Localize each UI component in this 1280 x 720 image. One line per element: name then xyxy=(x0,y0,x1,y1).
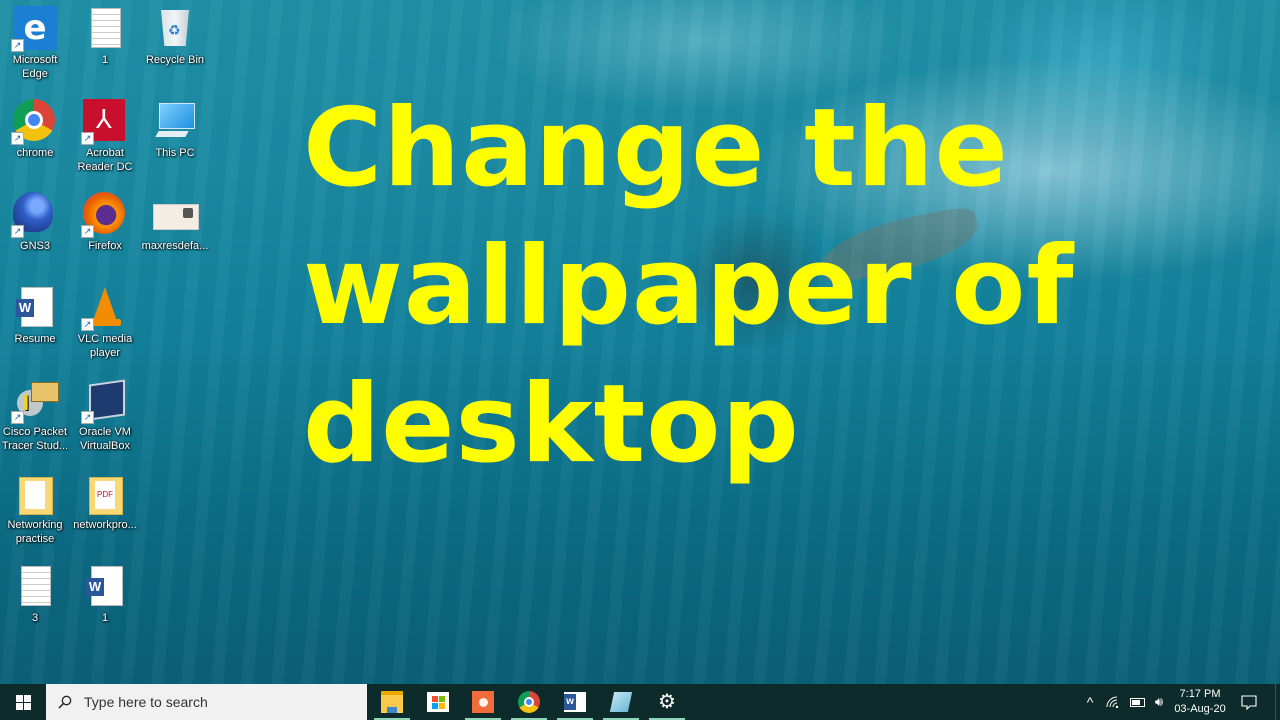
taskbar-app-store[interactable] xyxy=(416,684,460,720)
search-input[interactable] xyxy=(82,693,346,711)
text-document-icon xyxy=(83,6,127,50)
notepad-icon xyxy=(609,692,633,712)
edge-icon: e ↗ xyxy=(11,6,57,52)
shortcut-arrow-icon: ↗ xyxy=(81,132,94,145)
icon-label: This PC xyxy=(155,147,195,159)
desktop-icon-virtualbox[interactable]: ↗ Oracle VM VirtualBox xyxy=(69,372,141,453)
shortcut-arrow-icon: ↗ xyxy=(11,39,24,52)
this-pc-icon xyxy=(153,99,197,143)
recycle-bin-icon: ♻ xyxy=(153,6,197,50)
word-document-icon: W xyxy=(13,285,57,329)
desktop-icon-recycle-bin[interactable]: ♻ Recycle Bin xyxy=(139,0,211,67)
taskbar-app-recorder[interactable] xyxy=(461,684,505,720)
desktop-icon-microsoft-edge[interactable]: e ↗ Microsoft Edge xyxy=(0,0,71,81)
shortcut-arrow-icon: ↗ xyxy=(11,411,24,424)
folder-icon xyxy=(13,471,57,515)
icon-label: VLC media player xyxy=(77,333,133,359)
speaker-icon: 🔊︎ xyxy=(1154,694,1164,709)
desktop-icon-1-word[interactable]: W 1 xyxy=(69,558,141,625)
network-button[interactable] xyxy=(1102,684,1124,720)
show-hidden-icons-button[interactable]: ^ xyxy=(1080,684,1100,720)
headline-line-3: desktop xyxy=(303,362,800,487)
icon-label: 3 xyxy=(31,612,39,624)
firefox-icon: ↗ xyxy=(81,192,127,238)
shortcut-arrow-icon: ↗ xyxy=(81,411,94,424)
icon-label: Resume xyxy=(14,333,56,345)
desktop-icon-this-pc[interactable]: This PC xyxy=(139,93,211,160)
store-icon xyxy=(427,692,449,712)
gear-icon: ⚙ xyxy=(658,691,676,713)
image-file-icon xyxy=(153,192,199,236)
taskbar-app-chrome[interactable] xyxy=(507,684,551,720)
icon-label: Oracle VM VirtualBox xyxy=(79,426,131,452)
acrobat-icon: ⅄ ↗ xyxy=(81,99,127,145)
taskbar-app-settings[interactable]: ⚙ xyxy=(645,684,689,720)
icon-label: Recycle Bin xyxy=(145,54,205,66)
gns3-icon: ↗ xyxy=(11,192,57,238)
search-icon xyxy=(58,695,72,709)
icon-label: chrome xyxy=(16,147,54,159)
taskbar-app-notepad[interactable] xyxy=(599,684,643,720)
icon-label: Firefox xyxy=(88,240,122,252)
icon-label: maxresdefa... xyxy=(141,240,209,252)
icon-label: Cisco Packet Tracer Stud... xyxy=(1,426,69,452)
word-document-icon: W xyxy=(83,564,127,608)
taskbar: w ⚙ ^ 🔊︎ 7:17 PM 03-Aug-20 xyxy=(0,684,1280,720)
desktop-icon-chrome[interactable]: ↗ chrome xyxy=(0,93,71,160)
windows-logo-icon xyxy=(15,694,31,710)
volume-button[interactable]: 🔊︎ xyxy=(1148,684,1170,720)
virtualbox-icon: ↗ xyxy=(81,378,127,424)
taskbar-app-file-explorer[interactable] xyxy=(370,684,414,720)
desktop-icon-networking-practise[interactable]: Networking practise xyxy=(0,465,71,546)
wifi-icon xyxy=(1106,696,1119,708)
start-button[interactable] xyxy=(0,684,46,720)
word-icon: w xyxy=(564,692,586,712)
icon-label: networkpro... xyxy=(73,519,137,531)
chrome-icon: ↗ xyxy=(11,99,57,145)
headline-line-1: Change the xyxy=(303,86,1009,211)
desktop-icon-resume[interactable]: W Resume xyxy=(0,279,71,346)
desktop-icon-networkpro[interactable]: PDF networkpro... xyxy=(69,465,141,532)
text-document-icon xyxy=(13,564,57,608)
clock-date: 03-Aug-20 xyxy=(1174,703,1226,715)
wallpaper-headline: Change the wallpaper of desktop xyxy=(303,80,1074,494)
shortcut-arrow-icon: ↗ xyxy=(11,225,24,238)
desktop-wallpaper: Change the wallpaper of desktop e ↗ Micr… xyxy=(0,0,1280,684)
clock[interactable]: 7:17 PM 03-Aug-20 xyxy=(1168,684,1232,720)
desktop-icon-vlc[interactable]: ↗ VLC media player xyxy=(69,279,141,360)
packet-tracer-icon: I ↗ xyxy=(11,378,59,424)
show-desktop-button[interactable] xyxy=(1275,684,1280,720)
icon-label: GNS3 xyxy=(20,240,50,252)
icon-label: Microsoft Edge xyxy=(12,54,58,80)
desktop-icon-gns3[interactable]: ↗ GNS3 xyxy=(0,186,71,253)
vlc-icon: ↗ xyxy=(81,285,127,331)
desktop-icon-cisco-packet-tracer[interactable]: I ↗ Cisco Packet Tracer Stud... xyxy=(0,372,71,453)
action-center-button[interactable] xyxy=(1232,684,1266,720)
icon-label: Acrobat Reader DC xyxy=(77,147,133,173)
notification-icon xyxy=(1241,694,1257,710)
desktop-icon-maxresdefault[interactable]: maxresdefa... xyxy=(139,186,211,253)
battery-button[interactable] xyxy=(1126,684,1148,720)
desktop-icon-firefox[interactable]: ↗ Firefox xyxy=(69,186,141,253)
desktop-icon-3[interactable]: 3 xyxy=(0,558,71,625)
icon-label: 1 xyxy=(101,54,109,66)
shortcut-arrow-icon: ↗ xyxy=(11,132,24,145)
battery-icon xyxy=(1129,697,1145,707)
shortcut-arrow-icon: ↗ xyxy=(81,318,94,331)
taskbar-search-box[interactable] xyxy=(46,684,367,720)
desktop-icon-acrobat-reader[interactable]: ⅄ ↗ Acrobat Reader DC xyxy=(69,93,141,174)
chrome-icon xyxy=(518,691,540,713)
file-explorer-icon xyxy=(381,691,403,713)
chevron-up-icon: ^ xyxy=(1086,694,1094,710)
taskbar-app-word[interactable]: w xyxy=(553,684,597,720)
icon-label: Networking practise xyxy=(7,519,63,545)
pdf-folder-icon: PDF xyxy=(83,471,127,515)
icon-label: 1 xyxy=(101,612,109,624)
recorder-icon xyxy=(472,691,494,713)
shortcut-arrow-icon: ↗ xyxy=(81,225,94,238)
headline-line-2: wallpaper of xyxy=(303,224,1075,349)
clock-time: 7:17 PM xyxy=(1179,688,1221,700)
desktop-icon-1-text[interactable]: 1 xyxy=(69,0,141,67)
